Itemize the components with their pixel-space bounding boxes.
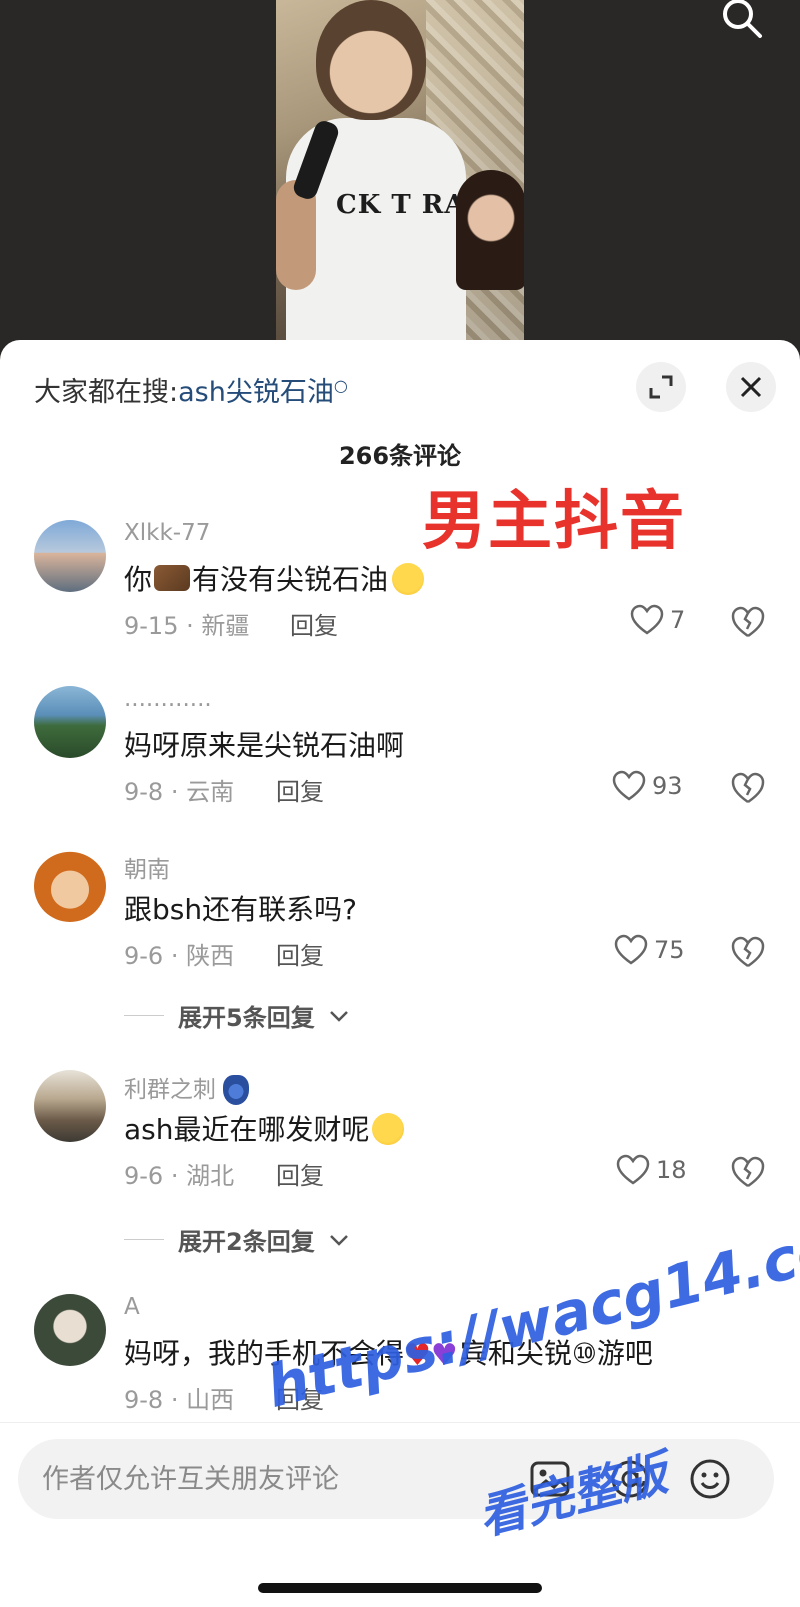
expand-replies-label: 展开5条回复 bbox=[178, 1004, 315, 1032]
expand-replies-label: 展开2条回复 bbox=[178, 1228, 315, 1256]
reply-button[interactable]: 回复 bbox=[276, 1156, 324, 1191]
comment-date-location: 9-6 · 陕西 bbox=[124, 942, 235, 970]
comment-date-location: 9-15 · 新疆 bbox=[124, 612, 250, 640]
hot-search-term[interactable]: ash尖锐石油 bbox=[178, 377, 334, 408]
divider bbox=[124, 1239, 164, 1240]
close-icon bbox=[740, 376, 762, 398]
reply-button[interactable]: 回复 bbox=[290, 606, 338, 641]
comment-count: 266条评论 bbox=[338, 442, 462, 470]
comment-text-part: 你 bbox=[124, 563, 153, 596]
comment-sheet: 大家都在搜:ash尖锐石油○ 266条评论 男主抖音 Xlkk-77 你 有没有尖… bbox=[0, 340, 800, 1607]
comment-date-location: 9-8 · 云南 bbox=[124, 778, 235, 806]
like-count: 18 bbox=[656, 1156, 687, 1184]
avatar[interactable] bbox=[34, 1070, 106, 1142]
comment-username[interactable]: 利群之刺 bbox=[124, 1070, 250, 1105]
expand-button[interactable] bbox=[636, 362, 686, 412]
broken-heart-icon[interactable] bbox=[730, 770, 766, 806]
broken-heart-icon[interactable] bbox=[730, 1154, 766, 1190]
comment-text-part: 有没有尖锐石油 bbox=[192, 563, 389, 596]
comment-username[interactable]: 朝南 bbox=[124, 850, 170, 884]
like-button[interactable]: 93 bbox=[612, 770, 683, 802]
chevron-down-icon bbox=[329, 1234, 348, 1246]
broken-heart-icon[interactable] bbox=[730, 934, 766, 970]
like-count: 7 bbox=[670, 606, 686, 634]
video-person-head bbox=[316, 0, 426, 120]
comment-text-part: ash最近在哪发财呢 bbox=[124, 1113, 370, 1146]
hamsa-hand-icon bbox=[223, 1075, 250, 1105]
like-button[interactable]: 18 bbox=[616, 1154, 687, 1186]
close-button[interactable] bbox=[726, 362, 776, 412]
expand-icon bbox=[649, 375, 673, 399]
heart-icon bbox=[630, 604, 664, 635]
overlay-caption: 男主抖音 bbox=[422, 485, 686, 559]
comment-username[interactable]: Xlkk-77 bbox=[124, 520, 210, 546]
avatar[interactable] bbox=[34, 686, 106, 758]
emoji-icon[interactable] bbox=[688, 1457, 732, 1501]
hot-search-small-search-icon: ○ bbox=[333, 376, 348, 395]
comment-text: 妈呀原来是尖锐石油啊 bbox=[124, 729, 405, 762]
comment-username[interactable]: ............ bbox=[124, 686, 212, 712]
reply-button[interactable]: 回复 bbox=[276, 936, 324, 971]
heart-icon bbox=[612, 770, 646, 801]
comment-username[interactable]: A bbox=[124, 1294, 140, 1320]
comment-text: 你 有没有尖锐石油 bbox=[124, 558, 425, 598]
like-count: 75 bbox=[654, 936, 685, 964]
home-indicator bbox=[258, 1583, 542, 1593]
divider bbox=[124, 1015, 164, 1016]
search-icon[interactable] bbox=[718, 0, 766, 40]
avatar[interactable] bbox=[34, 1294, 106, 1366]
grin-sweat-emoji-icon bbox=[392, 563, 425, 595]
comment-text: 跟bsh还有联系吗? bbox=[124, 893, 357, 926]
video-frame: CK T RAIN bbox=[276, 0, 524, 360]
reply-button[interactable]: 回复 bbox=[276, 772, 324, 807]
heart-icon bbox=[614, 934, 648, 965]
like-button[interactable]: 7 bbox=[630, 604, 685, 636]
broken-heart-icon[interactable] bbox=[730, 604, 766, 640]
rofl-emoji-icon bbox=[366, 1107, 409, 1151]
like-button[interactable]: 75 bbox=[614, 934, 685, 966]
comment-date-location: 9-6 · 湖北 bbox=[124, 1162, 235, 1190]
avatar[interactable] bbox=[34, 520, 106, 592]
comment-input-bar bbox=[0, 1422, 800, 1607]
hot-search-bar[interactable]: 大家都在搜:ash尖锐石油○ bbox=[34, 370, 348, 409]
hot-search-label: 大家都在搜: bbox=[34, 377, 179, 408]
video-background-person bbox=[456, 170, 524, 290]
like-count: 93 bbox=[652, 772, 683, 800]
expand-replies-button[interactable]: 展开2条回复 bbox=[124, 1222, 349, 1257]
log-emoji-icon bbox=[154, 565, 191, 591]
comment-date-location: 9-8 · 山西 bbox=[124, 1386, 235, 1414]
comment-input[interactable] bbox=[42, 1439, 522, 1519]
video-player[interactable]: CK T RAIN bbox=[0, 0, 800, 360]
chevron-down-icon bbox=[329, 1010, 348, 1022]
expand-replies-button[interactable]: 展开5条回复 bbox=[124, 998, 349, 1033]
comment-text: ash最近在哪发财呢 bbox=[124, 1107, 409, 1151]
heart-icon bbox=[616, 1154, 650, 1185]
comment-username-text: 利群之刺 bbox=[124, 1077, 216, 1103]
avatar[interactable] bbox=[34, 850, 106, 922]
